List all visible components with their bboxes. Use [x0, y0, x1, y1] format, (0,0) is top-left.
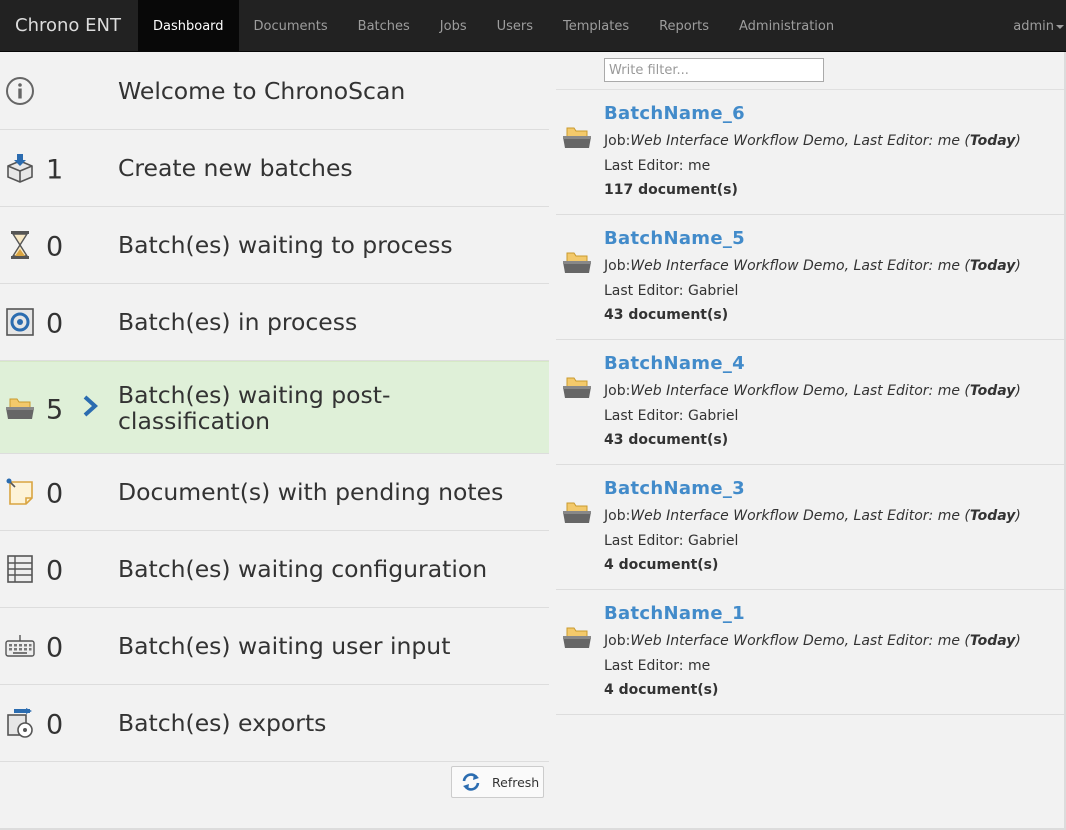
dashboard-row-label: Batch(es) waiting configuration	[118, 555, 488, 583]
dashboard-row-count: 0	[46, 308, 64, 340]
dashboard-row-label: Document(s) with pending notes	[118, 478, 504, 506]
batch-folder-icon	[562, 499, 592, 529]
nav-documents[interactable]: Documents	[239, 0, 343, 52]
dashboard-row-post-classification[interactable]: 5 Batch(es) waiting post-classification	[0, 361, 549, 454]
dashboard-row-count: 0	[46, 555, 64, 587]
batch-doc-count: 43 document(s)	[604, 432, 729, 448]
refresh-icon	[462, 773, 480, 791]
batch-last-editor: Last Editor: Gabriel	[604, 408, 739, 424]
dashboard-row-label: Welcome to ChronoScan	[118, 77, 406, 105]
info-icon	[4, 75, 36, 107]
batch-job-info: Job:Web Interface Workflow Demo, Last Ed…	[604, 633, 1021, 649]
dashboard-row-count: 0	[46, 231, 64, 263]
batch-doc-count: 4 document(s)	[604, 557, 719, 573]
dashboard-row-pending-notes[interactable]: 0 Document(s) with pending notes	[0, 454, 549, 531]
batch-list-panel: BatchName_6 Job:Web Interface Workflow D…	[556, 53, 1065, 715]
filter-input[interactable]	[604, 58, 824, 82]
dashboard-row-welcome[interactable]: Welcome to ChronoScan	[0, 53, 549, 130]
dashboard-row-count: 0	[46, 632, 64, 664]
batch-item[interactable]: BatchName_3 Job:Web Interface Workflow D…	[556, 465, 1065, 590]
hourglass-icon	[4, 229, 36, 261]
nav-administration[interactable]: Administration	[724, 0, 849, 52]
batch-name-link[interactable]: BatchName_6	[604, 103, 745, 124]
dashboard-row-label: Batch(es) exports	[118, 709, 327, 737]
batch-folder-icon	[562, 124, 592, 154]
nav-dashboard[interactable]: Dashboard	[138, 0, 239, 52]
dashboard-row-in-process[interactable]: 0 Batch(es) in process	[0, 284, 549, 361]
batch-name-link[interactable]: BatchName_3	[604, 478, 745, 499]
sticky-note-icon	[4, 476, 36, 508]
nav-templates[interactable]: Templates	[548, 0, 644, 52]
batch-name-link[interactable]: BatchName_4	[604, 353, 745, 374]
batch-name-link[interactable]: BatchName_5	[604, 228, 745, 249]
export-disc-icon	[4, 707, 36, 739]
brand-logo[interactable]: Chrono ENT	[15, 0, 121, 52]
filter-bar	[556, 53, 1065, 90]
batch-job-info: Job:Web Interface Workflow Demo, Last Ed…	[604, 258, 1021, 274]
batch-folder-icon	[562, 624, 592, 654]
dashboard-row-label: Batch(es) waiting post-classification	[118, 380, 391, 435]
caret-down-icon	[1056, 24, 1064, 29]
dashboard-row-waiting-configuration[interactable]: 0 Batch(es) waiting configuration	[0, 531, 549, 608]
batch-item[interactable]: BatchName_1 Job:Web Interface Workflow D…	[556, 590, 1065, 715]
batch-last-editor: Last Editor: me	[604, 158, 711, 174]
dashboard-row-label: Batch(es) in process	[118, 308, 358, 336]
batch-doc-count: 117 document(s)	[604, 182, 738, 198]
batch-job-info: Job:Web Interface Workflow Demo, Last Ed…	[604, 383, 1021, 399]
batch-last-editor: Last Editor: Gabriel	[604, 283, 739, 299]
batch-job-info: Job:Web Interface Workflow Demo, Last Ed…	[604, 133, 1021, 149]
nav-reports[interactable]: Reports	[644, 0, 724, 52]
nav-jobs[interactable]: Jobs	[425, 0, 482, 52]
batch-folder-icon	[562, 249, 592, 279]
user-name: admin	[1013, 19, 1054, 34]
chevron-right-icon	[82, 394, 100, 422]
dashboard-row-count: 1	[46, 154, 64, 186]
batch-last-editor: Last Editor: me	[604, 658, 711, 674]
dashboard-row-waiting-process[interactable]: 0 Batch(es) waiting to process	[0, 207, 549, 284]
batch-folder-icon	[562, 374, 592, 404]
batch-job-info: Job:Web Interface Workflow Demo, Last Ed…	[604, 508, 1021, 524]
batch-doc-count: 43 document(s)	[604, 307, 729, 323]
dashboard-row-label: Batch(es) waiting to process	[118, 231, 453, 259]
top-navbar: Chrono ENT Dashboard Documents Batches J…	[0, 0, 1066, 52]
batch-item[interactable]: BatchName_6 Job:Web Interface Workflow D…	[556, 90, 1065, 215]
dashboard-list: Welcome to ChronoScan 1 Create new batch…	[0, 53, 549, 762]
nav-batches[interactable]: Batches	[343, 0, 425, 52]
dashboard-row-label: Create new batches	[118, 154, 353, 182]
dashboard-row-label: Batch(es) waiting user input	[118, 632, 451, 660]
main-nav: Dashboard Documents Batches Jobs Users T…	[138, 0, 849, 52]
refresh-button[interactable]: Refresh	[451, 766, 544, 798]
keyboard-icon	[4, 630, 36, 662]
nav-users[interactable]: Users	[482, 0, 548, 52]
dashboard-row-waiting-user-input[interactable]: 0 Batch(es) waiting user input	[0, 608, 549, 685]
dashboard-row-create-batches[interactable]: 1 Create new batches	[0, 130, 549, 207]
refresh-label: Refresh	[492, 774, 540, 790]
dashboard-row-exports[interactable]: 0 Batch(es) exports	[0, 685, 549, 762]
new-batch-box-icon	[4, 152, 36, 184]
batch-item[interactable]: BatchName_4 Job:Web Interface Workflow D…	[556, 340, 1065, 465]
folder-tray-icon	[4, 392, 36, 424]
batch-item[interactable]: BatchName_5 Job:Web Interface Workflow D…	[556, 215, 1065, 340]
process-gear-icon	[4, 306, 36, 338]
dashboard-row-count: 0	[46, 709, 64, 741]
batch-last-editor: Last Editor: Gabriel	[604, 533, 739, 549]
dashboard-row-count: 5	[46, 393, 64, 425]
dashboard-row-count: 0	[46, 478, 64, 510]
user-menu[interactable]: admin	[1013, 0, 1064, 52]
batch-doc-count: 4 document(s)	[604, 682, 719, 698]
config-list-icon	[4, 553, 36, 585]
batch-name-link[interactable]: BatchName_1	[604, 603, 745, 624]
